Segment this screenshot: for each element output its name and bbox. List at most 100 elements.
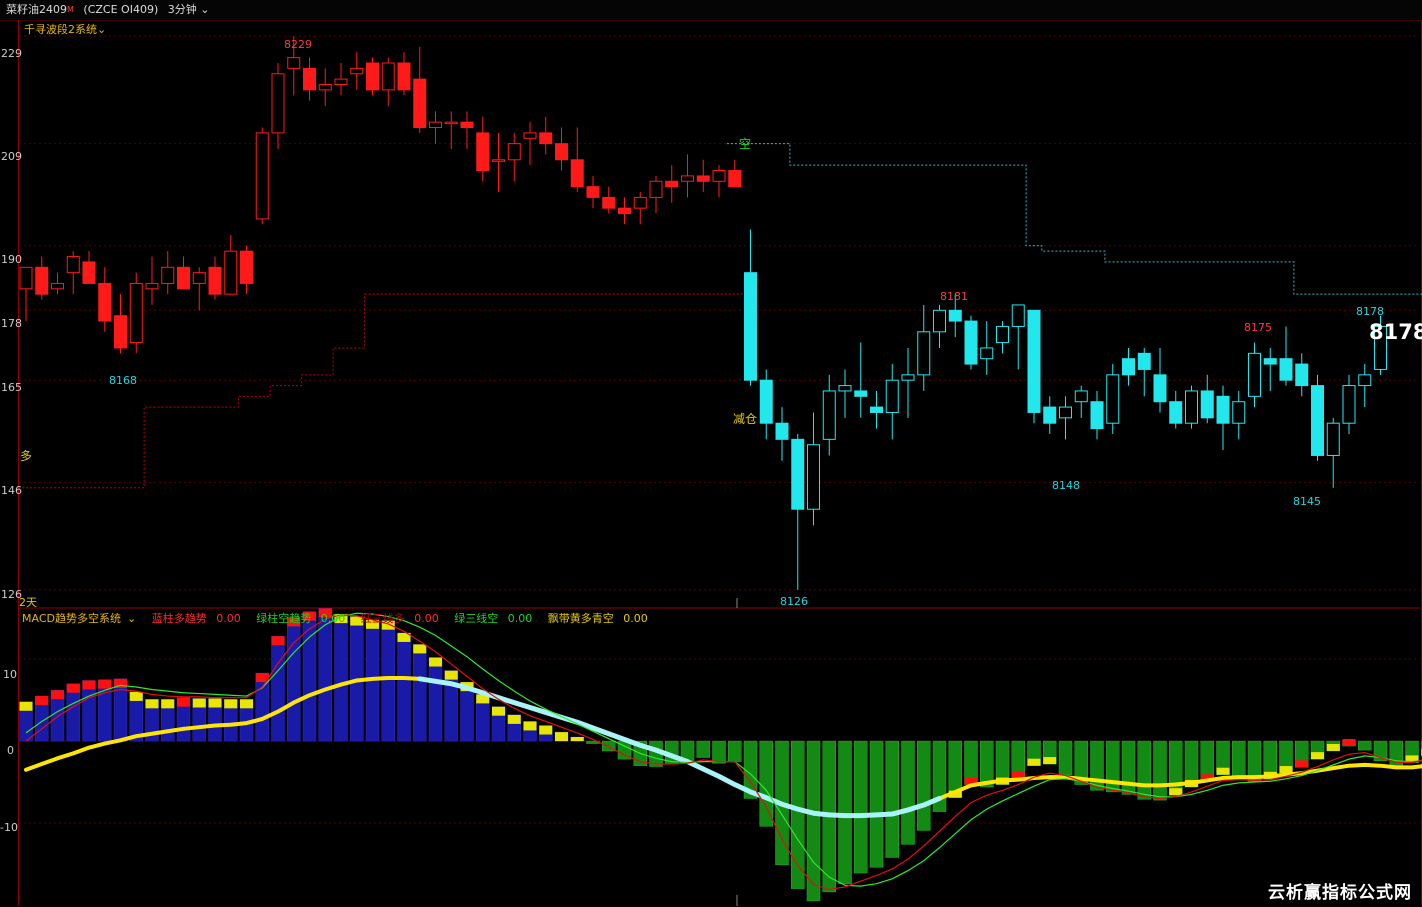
candle-body bbox=[1216, 395, 1230, 424]
candle-body bbox=[192, 272, 206, 284]
legend-item-green-bar: 绿柱空趋势 0.00 bbox=[256, 612, 351, 625]
last-price-label: 8178 bbox=[1356, 305, 1384, 318]
legend-value: 0.00 bbox=[320, 612, 346, 625]
candle-body bbox=[1342, 385, 1356, 424]
candle-body bbox=[19, 266, 33, 290]
candle-body bbox=[744, 272, 757, 381]
macd-histogram-bar bbox=[381, 620, 395, 742]
candle-body bbox=[350, 67, 364, 75]
candle-body bbox=[429, 121, 442, 129]
macd-bar-cap bbox=[429, 657, 442, 667]
candle-body bbox=[82, 261, 96, 284]
indicator-title-wave-system[interactable]: 千寻波段2系统⌄ bbox=[24, 21, 106, 37]
macd-histogram-bar bbox=[82, 680, 96, 742]
candle-body bbox=[1263, 358, 1277, 365]
candle-body bbox=[712, 170, 726, 182]
candle-body bbox=[98, 282, 112, 322]
macd-bar-cap bbox=[1169, 788, 1183, 796]
macd-bar-cap bbox=[1326, 743, 1340, 751]
candle-body bbox=[570, 159, 584, 188]
macd-bar-cap bbox=[98, 679, 112, 689]
candle-body bbox=[507, 143, 521, 161]
macd-histogram-bar bbox=[1358, 740, 1372, 751]
macd-y-tick: -10 bbox=[0, 821, 18, 834]
candle-body bbox=[444, 121, 458, 125]
candle-body bbox=[129, 282, 143, 344]
candle-body bbox=[224, 250, 238, 295]
candle-body bbox=[334, 78, 348, 86]
macd-indicator-title[interactable]: MACD趋势多空系统 ⌄ bbox=[22, 612, 142, 625]
low-annotation: 8145 bbox=[1293, 495, 1321, 508]
candle-body bbox=[1169, 401, 1183, 424]
candle-body bbox=[35, 266, 49, 295]
candle-body bbox=[681, 175, 694, 182]
candle-body bbox=[759, 379, 773, 424]
macd-histogram-bar bbox=[854, 740, 868, 874]
legend-item-green-lines: 绿三线空 0.00 bbox=[454, 612, 538, 625]
legend-item-blue-bar: 蓝柱多趋势 0.00 bbox=[152, 612, 247, 625]
macd-bar-cap bbox=[492, 706, 505, 716]
candle-body bbox=[397, 62, 411, 91]
macd-legend: MACD趋势多空系统 ⌄ 蓝柱多趋势 0.00 绿柱空趋势 0.00 红三线多 0… bbox=[22, 610, 660, 626]
macd-bar-cap bbox=[208, 698, 222, 708]
reduce-position-marker: 减仓 bbox=[733, 412, 758, 426]
legend-item-ribbon: 飘带黄多青空 0.00 bbox=[548, 612, 654, 625]
candle-body bbox=[460, 121, 474, 129]
macd-histogram-bar bbox=[397, 632, 411, 742]
legend-label: 绿柱空趋势 bbox=[256, 612, 312, 625]
candle-body bbox=[145, 282, 159, 290]
macd-bar-cap bbox=[66, 683, 80, 693]
candle-body bbox=[1059, 406, 1072, 419]
y-tick: 178 bbox=[1, 317, 22, 330]
candle-body bbox=[996, 325, 1009, 344]
candle-body bbox=[665, 180, 679, 188]
candle-body bbox=[366, 62, 379, 91]
candle-body bbox=[1279, 358, 1293, 381]
macd-bar-cap bbox=[145, 699, 159, 709]
candle-body bbox=[318, 84, 332, 91]
legend-label: 飘带黄多青空 bbox=[547, 612, 614, 625]
y-tick: 190 bbox=[1, 253, 22, 266]
candle-body bbox=[523, 132, 537, 139]
candle-body bbox=[838, 385, 852, 392]
candle-body bbox=[539, 132, 553, 145]
macd-histogram-bar bbox=[838, 740, 852, 884]
candle-body bbox=[476, 132, 490, 172]
long-signal-marker: 多 bbox=[20, 449, 33, 463]
chart-canvas[interactable] bbox=[0, 0, 1422, 907]
macd-bar-cap bbox=[413, 644, 427, 654]
macd-histogram-bar bbox=[271, 635, 285, 742]
macd-bar-cap bbox=[1279, 766, 1293, 774]
macd-bar-cap bbox=[192, 698, 206, 708]
macd-histogram-bar bbox=[287, 617, 301, 742]
candle-body bbox=[1043, 406, 1057, 424]
candle-body bbox=[728, 170, 742, 188]
candle-body bbox=[854, 390, 868, 397]
candle-body bbox=[1153, 374, 1167, 403]
short-signal-marker: 空 bbox=[739, 137, 752, 151]
candle-body bbox=[1185, 390, 1198, 424]
macd-histogram-bar bbox=[1232, 740, 1246, 780]
macd-histogram-bar bbox=[1169, 740, 1183, 796]
macd-bar-cap bbox=[507, 714, 521, 724]
candle-body bbox=[649, 180, 663, 198]
candle-body bbox=[208, 266, 222, 295]
macd-title-text: MACD趋势多空系统 bbox=[22, 612, 121, 625]
candle-body bbox=[1358, 374, 1372, 387]
candle-body bbox=[901, 374, 915, 381]
candle-body bbox=[1106, 374, 1120, 424]
legend-value: 0.00 bbox=[216, 612, 241, 625]
candle-body bbox=[303, 67, 316, 91]
candle-body bbox=[114, 315, 127, 349]
y-tick: 165 bbox=[1, 381, 22, 394]
macd-histogram-bar bbox=[428, 657, 443, 742]
candle-body bbox=[413, 78, 427, 129]
legend-value: 0.00 bbox=[507, 612, 533, 625]
candle-body bbox=[555, 143, 568, 161]
macd-histogram-bar bbox=[806, 740, 821, 902]
candle-body bbox=[1200, 390, 1214, 419]
candle-body bbox=[807, 444, 820, 510]
macd-bar-cap bbox=[1295, 760, 1309, 768]
y-tick: 209 bbox=[1, 150, 22, 163]
macd-histogram-bar bbox=[980, 740, 994, 788]
